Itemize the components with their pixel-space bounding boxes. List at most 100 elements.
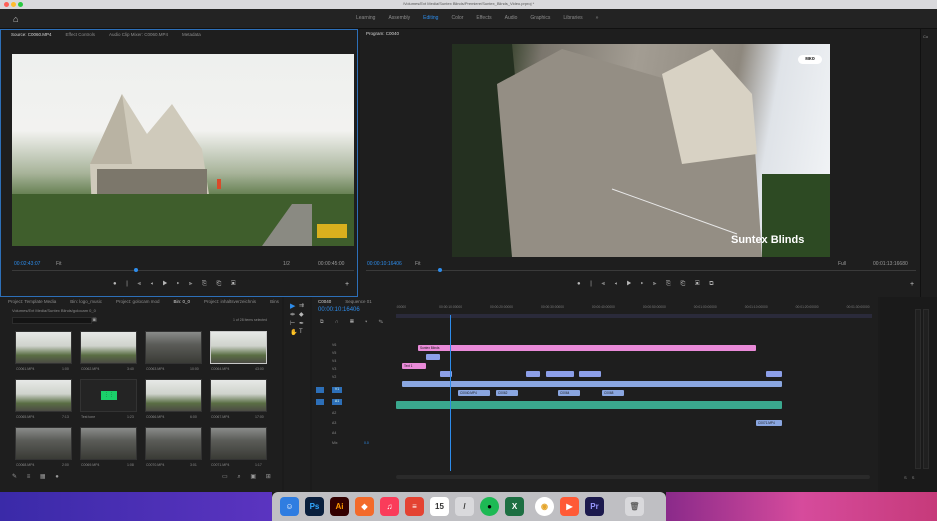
tab-sequence-01[interactable]: Sequence 01 (345, 297, 372, 307)
tab-source[interactable]: Source: C0060.MP4 (11, 30, 52, 40)
timeline-work-area-bar[interactable] (396, 314, 872, 318)
program-resolution-select[interactable]: Full (838, 261, 846, 267)
illustrator-icon[interactable]: Ai (330, 497, 349, 516)
project-item[interactable] (15, 379, 72, 412)
program-fit-select[interactable]: Fit (415, 261, 421, 267)
track-label[interactable]: A2 (332, 411, 336, 415)
tab-metadata[interactable]: Metadata (182, 30, 201, 40)
track-label-active[interactable]: V1 (332, 387, 342, 393)
program-scrub-bar[interactable] (366, 270, 916, 271)
tab-sequence-c0040[interactable]: C0040 (318, 297, 331, 307)
project-search-input[interactable] (12, 317, 92, 324)
project-item[interactable] (145, 427, 202, 460)
selection-tool-icon[interactable]: ▶ (290, 302, 295, 310)
video-clip[interactable] (579, 371, 601, 377)
title-clip[interactable]: Suntex Blinds (418, 345, 756, 351)
brave-browser-icon[interactable]: ◆ (355, 497, 374, 516)
timeline-playhead[interactable] (450, 315, 451, 471)
project-item[interactable]: ⋮⋮ (80, 379, 137, 412)
track-label[interactable]: V6 (332, 343, 336, 347)
timeline-tool-icons[interactable]: ⧉ ∩ ▦ ▾ ✎ (320, 319, 388, 325)
track-label[interactable]: V4 (332, 359, 336, 363)
project-item[interactable] (15, 427, 72, 460)
video-clip[interactable] (766, 371, 782, 377)
hand-tool-icon[interactable]: ✋ (290, 329, 297, 336)
track-select-tool-icon[interactable]: ⇉ (299, 302, 304, 309)
project-item[interactable] (80, 427, 137, 460)
project-item[interactable] (210, 379, 267, 412)
track-label[interactable]: V3 (332, 367, 336, 371)
solo-buttons[interactable]: S S (904, 475, 916, 480)
v1-clip[interactable]: C0040.MP4 (458, 390, 490, 396)
track-label[interactable]: V2 (332, 375, 336, 379)
track-label[interactable]: A4 (332, 431, 336, 435)
type-tool-icon[interactable]: T (299, 329, 303, 335)
program-add-button-icon[interactable]: + (910, 281, 914, 288)
source-resolution-select[interactable]: 1/2 (283, 261, 290, 267)
track-label[interactable]: A3 (332, 421, 336, 425)
todoist-icon[interactable]: ≡ (405, 497, 424, 516)
project-item[interactable] (210, 427, 267, 460)
new-bin-icon[interactable]: ▣ (92, 317, 97, 323)
workspace-assembly[interactable]: Assembly (388, 15, 410, 21)
timeline-timecode[interactable]: 00:00:10:16406 (318, 307, 360, 313)
source-patch-v1[interactable] (316, 387, 324, 393)
workspace-overflow[interactable]: » (596, 15, 599, 21)
v1-clip[interactable]: C0062 (496, 390, 518, 396)
program-transport-controls[interactable]: ● | ⫷ ◂ ▶ ▸ ⫸ ⎘ ⎗ ▣ ⧉ (577, 281, 718, 288)
calendar-icon[interactable]: 15 (430, 497, 449, 516)
audio-clip-a1[interactable] (396, 401, 782, 409)
tab-bins[interactable]: Bins (270, 297, 279, 307)
v2-clip-strip[interactable] (402, 381, 782, 387)
home-icon[interactable]: ⌂ (13, 14, 18, 24)
video-clip[interactable] (426, 354, 440, 360)
source-patch-a1[interactable] (316, 399, 324, 405)
program-video-frame[interactable] (452, 44, 830, 257)
music-icon[interactable]: ♫ (380, 497, 399, 516)
program-playhead[interactable] (438, 268, 442, 272)
spotify-icon[interactable]: ● (480, 497, 499, 516)
source-add-button-icon[interactable]: + (345, 281, 349, 288)
v1-clip[interactable]: C0068 (602, 390, 624, 396)
tab-effect-controls[interactable]: Effect Controls (66, 30, 95, 40)
premiere-pro-icon[interactable]: Pr (585, 497, 604, 516)
video-clip[interactable] (546, 371, 574, 377)
project-item[interactable] (15, 331, 72, 364)
workspace-color[interactable]: Color (451, 15, 463, 21)
timeline-horizontal-scrollbar[interactable] (396, 475, 870, 479)
tab-project-inhalts[interactable]: Project: inhaltsverzeichnis (204, 297, 256, 307)
tab-audio-clip-mixer[interactable]: Audio Clip Mixer: C0060.MP4 (109, 30, 168, 40)
track-label-active[interactable]: A1 (332, 399, 342, 405)
razor-tool-icon[interactable]: ◆ (299, 311, 304, 318)
trash-icon[interactable]: 🗑 (625, 497, 644, 516)
slip-tool-icon[interactable]: ⊢ (290, 320, 295, 327)
text-clip[interactable]: Text 1 (402, 363, 426, 369)
workspace-libraries[interactable]: Libraries (563, 15, 582, 21)
source-fit-select[interactable]: Fit (56, 261, 62, 267)
v1-clip[interactable]: C0064 (558, 390, 580, 396)
photoshop-icon[interactable]: Ps (305, 497, 324, 516)
tab-project-golocam[interactable]: Project: golocam mod (116, 297, 160, 307)
a3-audio-clip[interactable]: C0071.MP4 (756, 420, 782, 426)
source-playhead[interactable] (134, 268, 138, 272)
project-item[interactable] (145, 379, 202, 412)
chrome-icon[interactable]: ◉ (535, 497, 554, 516)
project-item[interactable] (145, 331, 202, 364)
workspace-effects[interactable]: Effects (476, 15, 491, 21)
finder-icon[interactable]: ☺ (280, 497, 299, 516)
workspace-audio[interactable]: Audio (505, 15, 518, 21)
tab-bin-logo-music[interactable]: Bin: logo_music (70, 297, 102, 307)
source-scrub-bar[interactable] (12, 270, 354, 271)
tab-program[interactable]: Program: C0040 (366, 29, 399, 39)
project-footer-tools[interactable]: ✎ ≡ ▦ ● (12, 473, 63, 480)
excel-icon[interactable]: X (505, 497, 524, 516)
timeline-tracks-area[interactable]: Suntex Blinds Text 1 C0040.MP4 C0062 C00… (396, 341, 872, 471)
workspace-graphics[interactable]: Graphics (530, 15, 550, 21)
screen-recorder-icon[interactable]: ▶ (560, 497, 579, 516)
video-clip[interactable] (526, 371, 540, 377)
source-video-frame[interactable] (12, 54, 354, 246)
workspace-learning[interactable]: Learning (356, 15, 375, 21)
mix-value[interactable]: 0.0 (364, 441, 369, 445)
ripple-edit-tool-icon[interactable]: ⇹ (290, 311, 295, 318)
track-label[interactable]: V5 (332, 351, 336, 355)
